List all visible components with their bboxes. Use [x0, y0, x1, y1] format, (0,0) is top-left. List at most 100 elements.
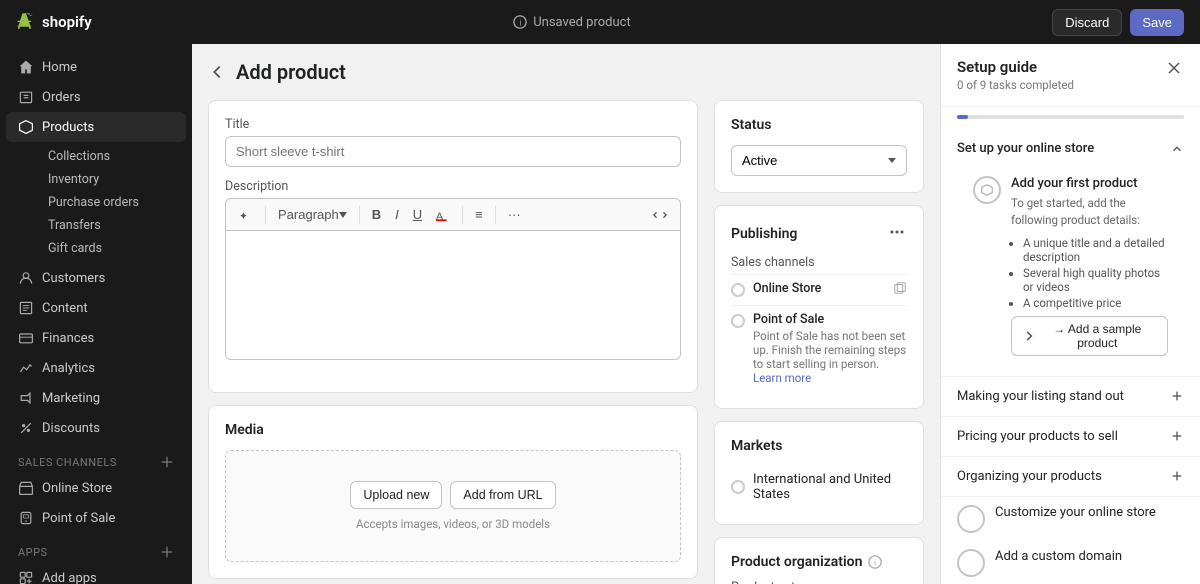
- sidebar-item-add-apps[interactable]: Add apps: [6, 563, 186, 584]
- sidebar-item-content[interactable]: Content: [6, 293, 186, 323]
- progress-bar-fill: [957, 115, 968, 119]
- sidebar-item-customers[interactable]: Customers: [6, 263, 186, 293]
- market-name: International and United States: [753, 472, 907, 502]
- topbar-actions: Discard Save: [1052, 9, 1184, 36]
- sidebar-item-discounts[interactable]: Discounts: [6, 413, 186, 443]
- channel-pos: Point of Sale Point of Sale has not been…: [731, 305, 907, 392]
- sidebar-label-finances: Finances: [42, 331, 94, 346]
- svg-text:i: i: [520, 19, 522, 28]
- learn-more-link[interactable]: Learn more: [753, 371, 811, 385]
- discounts-icon: [18, 420, 34, 436]
- page-title: Add product: [236, 60, 346, 84]
- toolbar-italic[interactable]: I: [390, 204, 404, 225]
- description-label: Description: [225, 179, 681, 194]
- customize-store-label: Customize your online store: [995, 505, 1156, 520]
- shopify-logo: shopify: [16, 12, 92, 32]
- status-label: Status: [731, 117, 907, 133]
- sidebar-label-customers: Customers: [42, 271, 105, 286]
- add-channel-icon[interactable]: [160, 455, 174, 469]
- sidebar-label-orders: Orders: [42, 90, 81, 105]
- content-icon: [18, 300, 34, 316]
- channel-online-store: Online Store: [731, 274, 907, 305]
- sidebar-item-purchase-orders[interactable]: Purchase orders: [36, 191, 186, 214]
- domain-circle: [957, 549, 985, 577]
- first-product-bullets: A unique title and a detailed descriptio…: [1023, 236, 1168, 310]
- product-icon-small: [981, 184, 993, 196]
- add-app-icon[interactable]: [160, 545, 174, 559]
- sidebar-item-analytics[interactable]: Analytics: [6, 353, 186, 383]
- back-button[interactable]: [208, 63, 226, 81]
- first-product-content: Add your first product To get started, a…: [1011, 176, 1168, 356]
- setup-guide-title: Setup guide: [957, 58, 1074, 76]
- sidebar-label-online-store: Online Store: [42, 481, 112, 496]
- copy-icon: [893, 281, 907, 295]
- sidebar-item-marketing[interactable]: Marketing: [6, 383, 186, 413]
- pricing-title-setup: Pricing your products to sell: [957, 429, 1118, 444]
- category-group: Product category Determines US tax rates: [731, 580, 907, 584]
- add-sample-label: → Add a sample product: [1040, 322, 1155, 350]
- toolbar-bold[interactable]: B: [367, 204, 386, 225]
- topbar-center: i Unsaved product: [513, 15, 631, 30]
- add-sample-product-button[interactable]: → Add a sample product: [1011, 316, 1168, 356]
- sidebar-item-collections[interactable]: Collections: [36, 145, 186, 168]
- sidebar-item-gift-cards[interactable]: Gift cards: [36, 237, 186, 260]
- title-label: Title: [225, 117, 681, 132]
- sidebar-item-finances[interactable]: Finances: [6, 323, 186, 353]
- toolbar-separator-3: [462, 206, 463, 224]
- paragraph-label: Paragraph: [278, 207, 339, 222]
- sidebar-label-pos: Point of Sale: [42, 511, 115, 526]
- title-input[interactable]: [225, 136, 681, 167]
- sales-channels-section-label: Sales channels: [731, 255, 907, 270]
- toolbar-separator-1: [265, 206, 266, 224]
- home-icon: [18, 59, 34, 75]
- description-field-group: Description ✦ Paragraph B: [225, 179, 681, 364]
- sidebar-item-products[interactable]: Products: [6, 112, 186, 142]
- upload-new-button[interactable]: Upload new: [350, 481, 442, 509]
- channel-desc-pos: Point of Sale has not been set up. Finis…: [753, 329, 907, 371]
- plus-icon-pricing: [1170, 429, 1184, 443]
- sidebar-item-home[interactable]: Home: [6, 52, 186, 82]
- more-icon: [889, 224, 905, 240]
- listing-title: Making your listing stand out: [957, 389, 1124, 404]
- setup-section-pricing[interactable]: Pricing your products to sell: [941, 417, 1200, 457]
- channel-icon-online: [893, 281, 907, 299]
- add-apps-icon: [18, 570, 34, 584]
- toolbar-spell-check[interactable]: ✦: [234, 205, 258, 225]
- markets-card: Markets International and United States: [714, 421, 924, 525]
- toolbar-more[interactable]: ···: [503, 204, 526, 225]
- app-body: Home Orders Products Collections Invento…: [0, 44, 1200, 584]
- save-button[interactable]: Save: [1130, 9, 1184, 36]
- channel-name-online: Online Store: [753, 281, 821, 296]
- add-url-button[interactable]: Add from URL: [450, 481, 555, 509]
- first-product-desc: To get started, add the following produc…: [1011, 195, 1168, 230]
- sidebar-label-add-apps: Add apps: [42, 571, 97, 584]
- sidebar-item-point-of-sale[interactable]: Point of Sale: [6, 503, 186, 533]
- publishing-more-btn[interactable]: [887, 222, 907, 245]
- setup-guide-panel: Setup guide 0 of 9 tasks completed Set u…: [940, 44, 1200, 584]
- sidebar-item-orders[interactable]: Orders: [6, 82, 186, 112]
- discard-button[interactable]: Discard: [1052, 9, 1122, 36]
- orders-icon: [18, 89, 34, 105]
- toolbar-align[interactable]: ≡: [470, 204, 488, 225]
- status-select[interactable]: Active Draft: [731, 145, 907, 176]
- toolbar-paragraph-btn[interactable]: Paragraph: [273, 204, 352, 225]
- setup-section-listing[interactable]: Making your listing stand out: [941, 377, 1200, 417]
- logo-text: shopify: [42, 13, 92, 31]
- sidebar-item-inventory[interactable]: Inventory: [36, 168, 186, 191]
- sidebar-label-marketing: Marketing: [42, 391, 100, 406]
- sidebar-item-transfers[interactable]: Transfers: [36, 214, 186, 237]
- setup-section-organizing[interactable]: Organizing your products: [941, 457, 1200, 497]
- first-product-circle-icon: [973, 176, 1001, 204]
- apps-label: Apps: [0, 533, 192, 563]
- toolbar-color[interactable]: A: [431, 205, 455, 225]
- plus-icon-organizing: [1170, 469, 1184, 483]
- pos-icon: [18, 510, 34, 526]
- products-icon: [18, 119, 34, 135]
- toolbar-source[interactable]: [648, 205, 672, 225]
- sales-channels-label: Sales channels: [0, 443, 192, 473]
- setup-guide-close-button[interactable]: [1164, 58, 1184, 81]
- sidebar-item-online-store[interactable]: Online Store: [6, 473, 186, 503]
- setup-section-header-online-store[interactable]: Set up your online store: [941, 129, 1200, 168]
- description-editor[interactable]: [225, 230, 681, 360]
- toolbar-underline[interactable]: U: [408, 204, 427, 225]
